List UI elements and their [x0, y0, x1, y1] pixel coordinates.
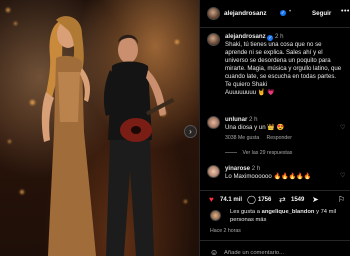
comment-item: unlunar 2 h Una diosa y un 👑 😍 — [225, 116, 337, 132]
follow-button[interactable]: Seguir — [312, 10, 331, 17]
likes-count[interactable]: 74.1 mil — [220, 197, 242, 203]
comment-username[interactable]: yinarose — [225, 165, 250, 172]
singer-figure — [41, 16, 96, 256]
next-arrow-icon[interactable]: › — [184, 125, 197, 138]
share-icon[interactable]: ➤ — [312, 195, 319, 204]
comment-likes[interactable]: 3038 Me gusta — [225, 135, 259, 141]
comment-avatar[interactable] — [207, 165, 220, 178]
comment-avatar[interactable] — [207, 116, 220, 129]
actions-divider — [200, 190, 350, 191]
comment-time: 2 h — [251, 165, 261, 172]
dot-separator: • — [289, 9, 292, 15]
reposts-count[interactable]: 1549 — [291, 197, 304, 203]
comment-like-heart-icon[interactable]: ♡ — [340, 172, 345, 179]
author-username[interactable]: alejandrosanz — [224, 10, 267, 17]
post-photo: › — [0, 0, 199, 256]
post-side-panel: alejandrosanz ✓ • Seguir ••• alejandrosa… — [199, 0, 350, 256]
comment-text: Lo Maximoooooo 🔥🔥🔥🔥🔥 — [225, 173, 312, 180]
comment-time: 2 h — [249, 116, 258, 123]
post-caption: alejandrosanz ✓ 2 h Shaki, tú tienes una… — [225, 33, 345, 97]
replies-divider — [225, 152, 237, 154]
like-heart-icon[interactable]: ♥ — [209, 195, 214, 204]
repost-icon[interactable]: ⇄ — [279, 195, 286, 204]
caption-end: Auuuuuuuu 🤘 💗 — [225, 89, 275, 96]
comment-username[interactable]: unlunar — [225, 116, 247, 123]
verified-badge-icon: ✓ — [280, 10, 286, 16]
save-bookmark-icon[interactable]: ⚐ — [338, 195, 345, 204]
emoji-icon[interactable]: ☺ — [210, 248, 218, 256]
author-avatar[interactable] — [207, 7, 220, 20]
add-comment-input[interactable]: Añade un comentario... — [224, 250, 284, 256]
comment-meta: 3038 Me gusta Responder — [225, 135, 292, 141]
caption-text: Shaki, tú tienes una cosa que no se apre… — [225, 41, 342, 80]
liked-by-user[interactable]: angelique_blandon — [262, 209, 315, 215]
post-header: alejandrosanz ✓ • Seguir ••• — [200, 0, 350, 28]
comment-text: Una diosa y un 👑 😍 — [225, 124, 285, 131]
caption-username[interactable]: alejandrosanz — [225, 33, 266, 40]
caption-sign: Te quiero Shaki — [225, 81, 268, 88]
comment-item: yinarose 2 h Lo Maximoooooo 🔥🔥🔥🔥🔥 — [225, 165, 337, 181]
view-replies[interactable]: Ver las 29 respuestas — [225, 150, 292, 156]
liked-by-prefix: Les gusta a — [230, 209, 260, 215]
comment-icon[interactable]: ◯ — [247, 195, 256, 204]
liked-by: Les gusta a angelique_blandon y 74 mil p… — [230, 209, 348, 224]
view-replies-label[interactable]: Ver las 29 respuestas — [242, 150, 292, 156]
caption-avatar[interactable] — [207, 33, 220, 46]
add-comment-bar[interactable]: ☺ Añade un comentario... — [200, 240, 350, 256]
liker-avatar[interactable] — [210, 210, 221, 221]
reply-button[interactable]: Responder — [267, 135, 292, 141]
more-options-icon[interactable]: ••• — [341, 8, 350, 15]
comment-like-heart-icon[interactable]: ♡ — [340, 124, 345, 131]
comments-count[interactable]: 1756 — [258, 197, 271, 203]
posted-time: Hace 2 horas — [210, 228, 241, 234]
caption-time: 2 h — [275, 33, 284, 40]
guitarist-figure — [103, 34, 175, 256]
